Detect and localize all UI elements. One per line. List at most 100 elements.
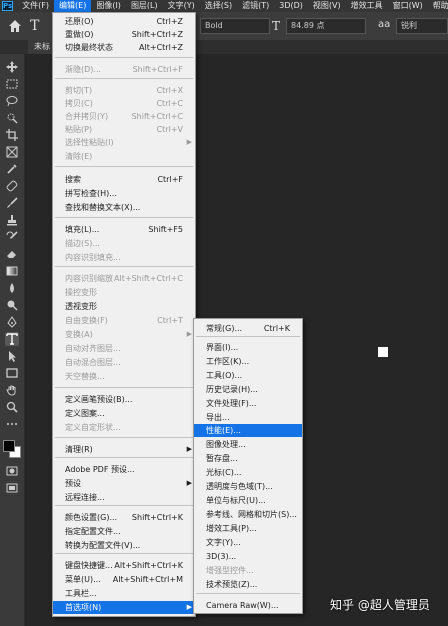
hand-tool-icon[interactable] bbox=[5, 383, 19, 397]
healing-brush-tool-icon[interactable] bbox=[5, 179, 19, 193]
edit-menu-item-13[interactable]: 填充(L)... Shift+F5 bbox=[53, 223, 195, 236]
lasso-tool-icon[interactable] bbox=[5, 94, 19, 108]
submenu-arrow-icon: ▶ bbox=[186, 330, 192, 338]
history-brush-tool-icon[interactable] bbox=[5, 230, 19, 244]
edit-menu-item-label: 渐隐(D)... bbox=[65, 65, 102, 74]
edit-menu-item-32[interactable]: 指定配置文件... bbox=[53, 525, 195, 538]
menu-8[interactable]: 视图(V) bbox=[308, 0, 346, 12]
font-size-field[interactable]: 84.89 点 bbox=[286, 18, 366, 34]
font-size-icon: T bbox=[272, 19, 281, 33]
edit-menu-item-2[interactable]: 切换最终状态 Alt+Ctrl+Z bbox=[53, 41, 195, 54]
menu-separator bbox=[55, 266, 193, 267]
pref-menu-item-15[interactable]: 文字(Y)... bbox=[194, 536, 302, 549]
pref-menu-item-5[interactable]: 文件处理(F)... bbox=[194, 397, 302, 410]
edit-menu-item-33[interactable]: 转换为配置文件(V)... bbox=[53, 539, 195, 552]
edit-menu-item-31[interactable]: 颜色设置(G)... Shift+Ctrl+K bbox=[53, 511, 195, 524]
pref-menu-item-18[interactable]: 技术预览(Z)... bbox=[194, 578, 302, 591]
marquee-tool-icon[interactable] bbox=[5, 77, 19, 91]
home-icon[interactable] bbox=[8, 19, 22, 33]
pref-menu-item-13[interactable]: 参考线、网格和切片(S)... bbox=[194, 508, 302, 521]
edit-menu-item-30[interactable]: 远程连接... bbox=[53, 491, 195, 504]
quick-select-tool-icon[interactable] bbox=[5, 111, 19, 125]
menu-separator bbox=[55, 553, 193, 554]
edit-menu-item-29[interactable]: 预设 ▶ bbox=[53, 477, 195, 490]
edit-menu-item-25[interactable]: 定义图案... bbox=[53, 407, 195, 420]
edit-menu-item-shortcut: Shift+Ctrl+F bbox=[132, 65, 183, 74]
more-tools-icon[interactable] bbox=[5, 417, 19, 431]
type-tool-icon[interactable]: T bbox=[30, 18, 39, 34]
pref-menu-item-14[interactable]: 增效工具(P)... bbox=[194, 522, 302, 535]
color-swatches[interactable] bbox=[3, 440, 21, 458]
edit-menu-item-23: 天空替换... bbox=[53, 370, 195, 383]
antialias-select[interactable]: 锐利 bbox=[396, 18, 448, 34]
menu-2[interactable]: 图像(I) bbox=[91, 0, 126, 12]
edit-menu-item-37[interactable]: 首选项(N) ▶ bbox=[53, 601, 195, 614]
pref-menu-item-10[interactable]: 光标(C)... bbox=[194, 466, 302, 479]
crop-tool-icon[interactable] bbox=[5, 128, 19, 142]
move-tool-icon[interactable] bbox=[5, 60, 19, 74]
eyedropper-tool-icon[interactable] bbox=[5, 162, 19, 176]
eraser-tool-icon[interactable] bbox=[5, 247, 19, 261]
edit-menu-item-shortcut: Alt+Shift+Ctrl+M bbox=[112, 575, 183, 584]
edit-menu-item-shortcut: Shift+F5 bbox=[148, 225, 183, 234]
pref-menu-item-19[interactable]: Camera Raw(W)... bbox=[194, 599, 302, 612]
edit-menu-item-27[interactable]: 清理(R) ▶ bbox=[53, 443, 195, 456]
edit-menu-item-24[interactable]: 定义画笔预设(B)... bbox=[53, 393, 195, 406]
menu-6[interactable]: 滤镜(T) bbox=[237, 0, 274, 12]
edit-menu-item-34[interactable]: 键盘快捷键... Alt+Shift+Ctrl+K bbox=[53, 559, 195, 572]
edit-menu-item-12[interactable]: 查找和替换文本(X)... bbox=[53, 201, 195, 214]
pref-menu-item-label: 常规(G)... bbox=[206, 324, 243, 333]
pref-menu-item-11[interactable]: 透明度与色域(T)... bbox=[194, 480, 302, 493]
brush-tool-icon[interactable] bbox=[5, 196, 19, 210]
rectangle-tool-icon[interactable] bbox=[5, 366, 19, 380]
screen-mode-icon[interactable] bbox=[5, 481, 19, 495]
menu-0[interactable]: 文件(F) bbox=[17, 0, 54, 12]
edit-menu-item-36[interactable]: 工具栏... bbox=[53, 587, 195, 600]
edit-menu-item-11[interactable]: 拼写检查(H)... bbox=[53, 187, 195, 200]
edit-menu-item-label: 重做(O) bbox=[65, 30, 94, 39]
path-selection-tool-icon[interactable] bbox=[5, 349, 19, 363]
pref-menu-item-0[interactable]: 常规(G)... Ctrl+K bbox=[194, 322, 302, 335]
zoom-tool-icon[interactable] bbox=[5, 400, 19, 414]
foreground-color-swatch[interactable] bbox=[3, 440, 15, 452]
menu-9[interactable]: 增效工具 bbox=[346, 0, 388, 12]
edit-menu-item-28[interactable]: Adobe PDF 预设... bbox=[53, 463, 195, 476]
quick-mask-icon[interactable] bbox=[5, 464, 19, 478]
menu-3[interactable]: 图层(L) bbox=[126, 0, 163, 12]
edit-menu-item-shortcut: Alt+Ctrl+Z bbox=[139, 43, 183, 52]
pref-menu-item-7[interactable]: 性能(E)... bbox=[194, 424, 302, 437]
pref-menu-item-1[interactable]: 界面(I)... bbox=[194, 341, 302, 354]
edit-menu-item-18[interactable]: 透视变形 bbox=[53, 300, 195, 313]
pref-menu-item-9[interactable]: 暂存盘... bbox=[194, 452, 302, 465]
edit-menu-item-0[interactable]: 还原(O) Ctrl+Z bbox=[53, 15, 195, 28]
pref-menu-item-8[interactable]: 图像处理... bbox=[194, 438, 302, 451]
pen-tool-icon[interactable] bbox=[5, 315, 19, 329]
blur-tool-icon[interactable] bbox=[5, 281, 19, 295]
edit-menu-item-10[interactable]: 搜索 Ctrl+F bbox=[53, 173, 195, 186]
frame-tool-icon[interactable] bbox=[5, 145, 19, 159]
dodge-tool-icon[interactable] bbox=[5, 298, 19, 312]
pref-menu-item-6[interactable]: 导出... bbox=[194, 411, 302, 424]
pref-menu-item-16[interactable]: 3D(3)... bbox=[194, 550, 302, 563]
type-tool-icon[interactable] bbox=[5, 332, 19, 346]
edit-menu-item-1[interactable]: 重做(O) Shift+Ctrl+Z bbox=[53, 28, 195, 41]
pref-menu-item-3[interactable]: 工具(O)... bbox=[194, 369, 302, 382]
clone-stamp-tool-icon[interactable] bbox=[5, 213, 19, 227]
gradient-tool-icon[interactable] bbox=[5, 264, 19, 278]
pref-menu-item-label: 历史记录(H)... bbox=[206, 385, 258, 394]
edit-menu-item-label: 颜色设置(G)... bbox=[65, 513, 118, 522]
menu-5[interactable]: 选择(S) bbox=[200, 0, 237, 12]
menu-7[interactable]: 3D(D) bbox=[274, 0, 308, 12]
menu-4[interactable]: 文字(Y) bbox=[163, 0, 200, 12]
menu-11[interactable]: 帮助(H) bbox=[428, 0, 448, 12]
menu-10[interactable]: 窗口(W) bbox=[388, 0, 428, 12]
edit-menu-item-35[interactable]: 菜单(U)... Alt+Shift+Ctrl+M bbox=[53, 573, 195, 586]
pref-menu-item-4[interactable]: 历史记录(H)... bbox=[194, 383, 302, 396]
menu-1[interactable]: 编辑(E) bbox=[54, 0, 92, 12]
pref-menu-item-2[interactable]: 工作区(K)... bbox=[194, 355, 302, 368]
pref-menu-item-12[interactable]: 单位与标尺(U)... bbox=[194, 494, 302, 507]
font-style-select[interactable]: Bold bbox=[200, 18, 270, 34]
pref-menu-item-shortcut: Ctrl+K bbox=[263, 324, 290, 333]
edit-menu-item-label: 内容识别填充... bbox=[65, 253, 121, 262]
edit-menu-item-shortcut: Shift+Ctrl+Z bbox=[131, 30, 183, 39]
